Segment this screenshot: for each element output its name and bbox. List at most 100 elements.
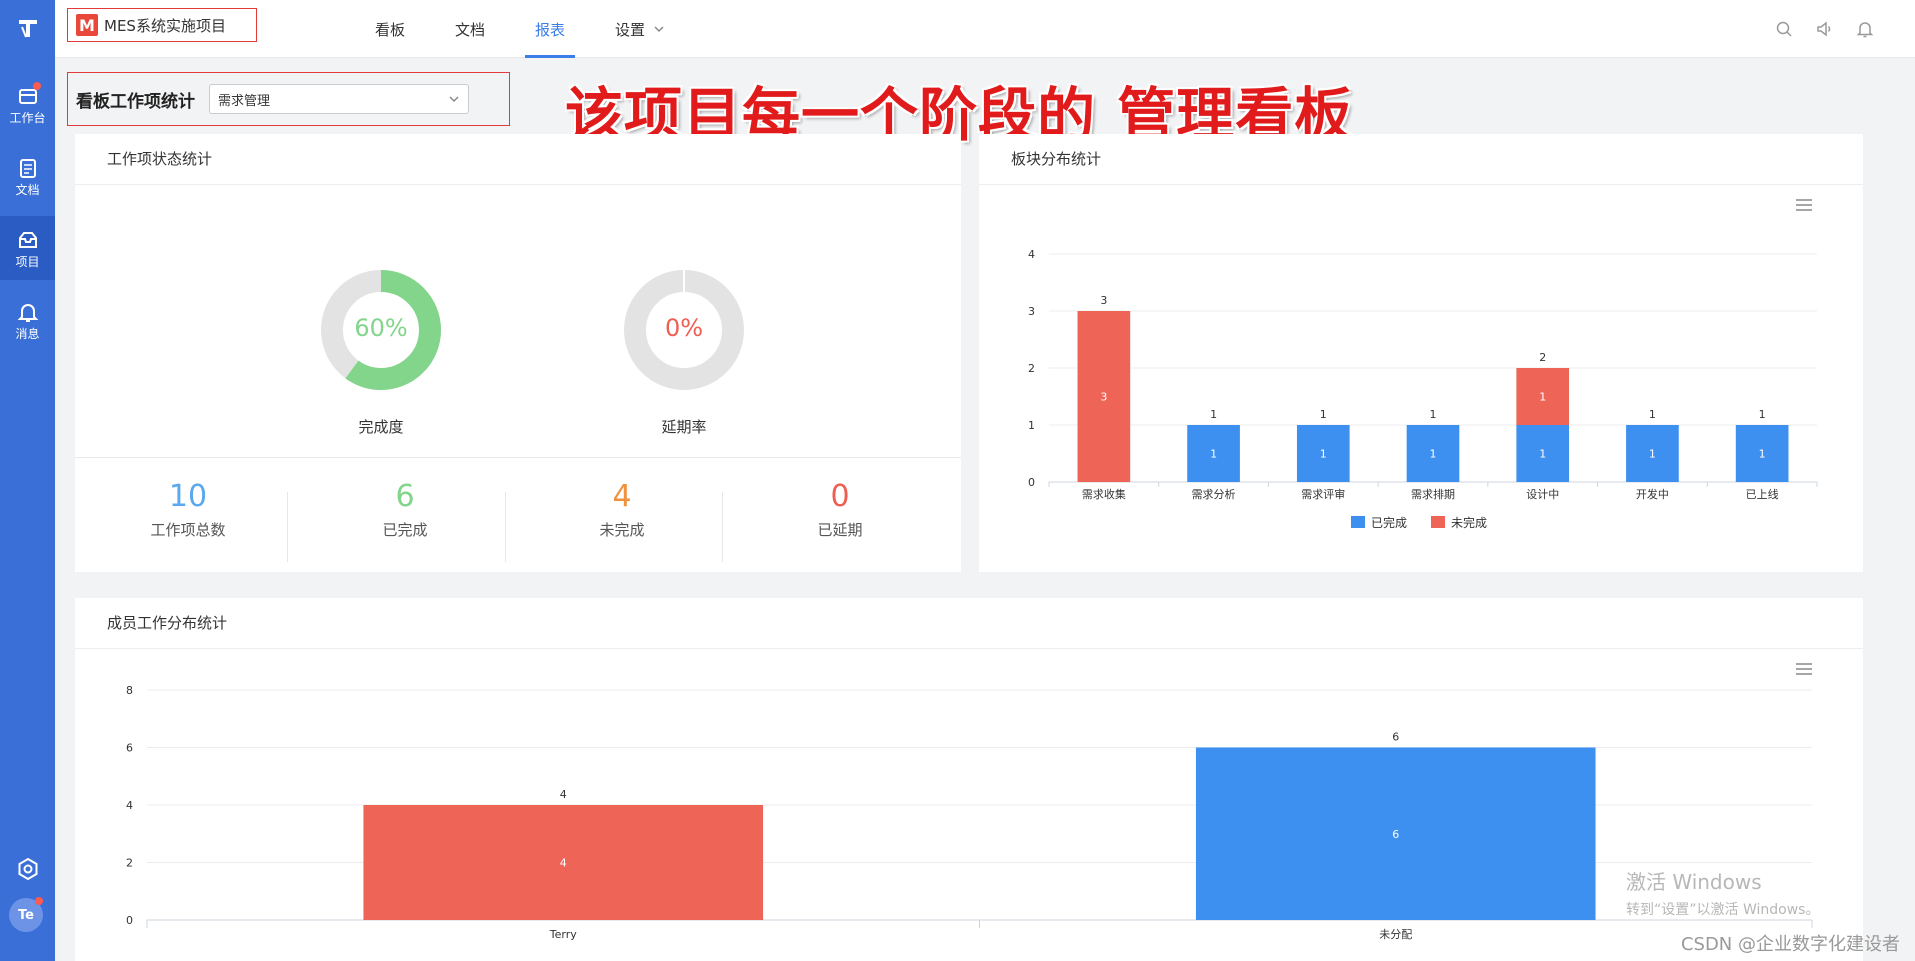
search-icon xyxy=(1776,21,1792,37)
bar-total-label: 6 xyxy=(1392,731,1399,744)
active-tab-indicator xyxy=(525,55,576,58)
x-tick-label: 需求分析 xyxy=(1192,487,1236,501)
speaker-icon xyxy=(1817,21,1831,37)
nav-docs[interactable]: 文档 xyxy=(455,0,485,58)
bar-value-label: 1 xyxy=(1430,448,1437,461)
divider xyxy=(287,492,288,562)
legend-label: 已完成 xyxy=(1371,515,1407,530)
sidebar-item-messages[interactable]: 消息 xyxy=(0,288,55,352)
member-distribution-chart: 0 2 4 6 8 Terry 4 4 未分配 6 6 xyxy=(126,684,1813,941)
divider xyxy=(75,648,1863,649)
bar-total-label: 4 xyxy=(560,788,567,801)
app-logo-icon xyxy=(18,19,37,37)
divider xyxy=(505,492,506,562)
windows-activation-watermark: 激活 Windows 转到“设置”以激活 Windows。 xyxy=(1626,866,1819,919)
y-tick-label: 2 xyxy=(126,857,133,870)
project-switcher[interactable]: M MES系统实施项目 xyxy=(67,8,257,42)
stat-delayed: 0 已延期 xyxy=(731,479,949,540)
app-logo[interactable] xyxy=(0,0,55,55)
bar-value-label: 1 xyxy=(1649,448,1656,461)
panel-title: 工作项状态统计 xyxy=(107,150,213,168)
stat-value: 0 xyxy=(830,479,850,514)
settings-icon xyxy=(15,856,41,882)
member-distribution-panel: 成员工作分布统计 0 2 4 6 8 Terry 4 4 未分配 6 6 xyxy=(75,598,1863,961)
bar-value-label: 6 xyxy=(1392,828,1399,841)
nav-kanban[interactable]: 看板 xyxy=(375,0,405,58)
nav-label: 设置 xyxy=(615,20,646,39)
bell-icon xyxy=(15,299,41,325)
sidebar-item-docs[interactable]: 文档 xyxy=(0,144,55,208)
completion-percent: 60% xyxy=(354,314,408,342)
watermark-line: 转到“设置”以激活 Windows。 xyxy=(1626,902,1820,918)
search-button[interactable] xyxy=(1774,19,1794,39)
nav-label: 文档 xyxy=(455,20,486,39)
settings-button[interactable] xyxy=(0,839,55,899)
bar-total-label: 1 xyxy=(1210,408,1217,421)
y-tick-label: 0 xyxy=(126,914,133,927)
legend-swatch xyxy=(1431,516,1445,528)
bar-total-label: 1 xyxy=(1320,408,1327,421)
nav-reports[interactable]: 报表 xyxy=(525,0,576,58)
project-logo: M xyxy=(76,14,98,36)
bar-value-label: 3 xyxy=(1100,391,1107,404)
sidebar-item-project[interactable]: 项目 xyxy=(0,216,55,280)
chevron-down-icon xyxy=(449,96,459,103)
selector-label: 看板工作项统计 xyxy=(76,91,195,112)
y-tick-label: 3 xyxy=(1028,305,1035,318)
y-tick-label: 6 xyxy=(126,742,133,755)
legend-label: 未完成 xyxy=(1451,515,1487,530)
sidebar: 工作台 文档 项目 消息 Te xyxy=(0,0,55,961)
document-icon xyxy=(15,155,41,181)
board-dropdown[interactable]: 需求管理 xyxy=(209,84,469,114)
stat-value: 6 xyxy=(395,479,415,514)
divider xyxy=(75,184,961,185)
board-selector: 看板工作项统计 需求管理 xyxy=(67,72,510,126)
x-tick-label: 设计中 xyxy=(1526,488,1559,501)
bar-total-label: 3 xyxy=(1100,294,1107,307)
y-tick-label: 4 xyxy=(126,799,133,812)
dropdown-value: 需求管理 xyxy=(218,93,271,109)
stat-label: 已完成 xyxy=(382,521,428,539)
bell-icon xyxy=(1856,22,1874,38)
bar-total-label: 2 xyxy=(1539,351,1546,364)
y-tick-label: 4 xyxy=(1028,248,1035,261)
bar-total-label: 1 xyxy=(1649,408,1656,421)
y-tick-label: 8 xyxy=(126,684,133,697)
project-icon xyxy=(15,227,41,253)
sidebar-item-label: 工作台 xyxy=(9,110,46,125)
panel-title: 成员工作分布统计 xyxy=(107,614,228,632)
x-tick-label: 已上线 xyxy=(1746,487,1779,501)
x-tick-label: 需求排期 xyxy=(1411,487,1455,501)
stat-undone: 4 未完成 xyxy=(513,479,731,540)
bar-value-label: 1 xyxy=(1539,391,1546,404)
bar-value-label: 1 xyxy=(1539,448,1546,461)
nav-label: 报表 xyxy=(535,20,566,39)
bar-value-label: 1 xyxy=(1320,448,1327,461)
bar-value-label: 4 xyxy=(560,857,567,870)
stats-divider xyxy=(75,457,961,458)
y-tick-label: 2 xyxy=(1028,362,1035,375)
divider xyxy=(722,492,723,562)
bar-total-label: 1 xyxy=(1430,408,1437,421)
top-bar: M MES系统实施项目 看板 文档 报表 设置 xyxy=(55,0,1915,58)
x-tick-label: 开发中 xyxy=(1636,487,1669,501)
x-tick-label: 需求评审 xyxy=(1301,487,1345,501)
stat-value: 4 xyxy=(612,479,632,514)
delay-label: 延期率 xyxy=(661,418,707,436)
announcement-button[interactable] xyxy=(1814,19,1834,39)
sidebar-item-label: 文档 xyxy=(15,182,40,197)
x-tick-label: 未分配 xyxy=(1379,928,1412,941)
legend-swatch xyxy=(1351,516,1365,528)
chevron-down-icon xyxy=(654,26,664,33)
stat-total: 10 工作项总数 xyxy=(79,479,297,540)
notifications-button[interactable] xyxy=(1855,19,1875,39)
x-tick-label: 需求收集 xyxy=(1082,487,1126,501)
status-panel: 工作项状态统计 60% 完成度 0% 延期率 10 工作项总数 6 已完成 4 … xyxy=(75,134,961,572)
bar-total-label: 1 xyxy=(1759,408,1766,421)
stat-value: 10 xyxy=(168,479,208,514)
y-tick-label: 0 xyxy=(1028,476,1035,489)
sidebar-item-workbench[interactable]: 工作台 xyxy=(0,72,55,136)
nav-settings[interactable]: 设置 xyxy=(615,0,665,58)
bar-value-label: 1 xyxy=(1759,448,1766,461)
stat-label: 已延期 xyxy=(817,521,863,539)
